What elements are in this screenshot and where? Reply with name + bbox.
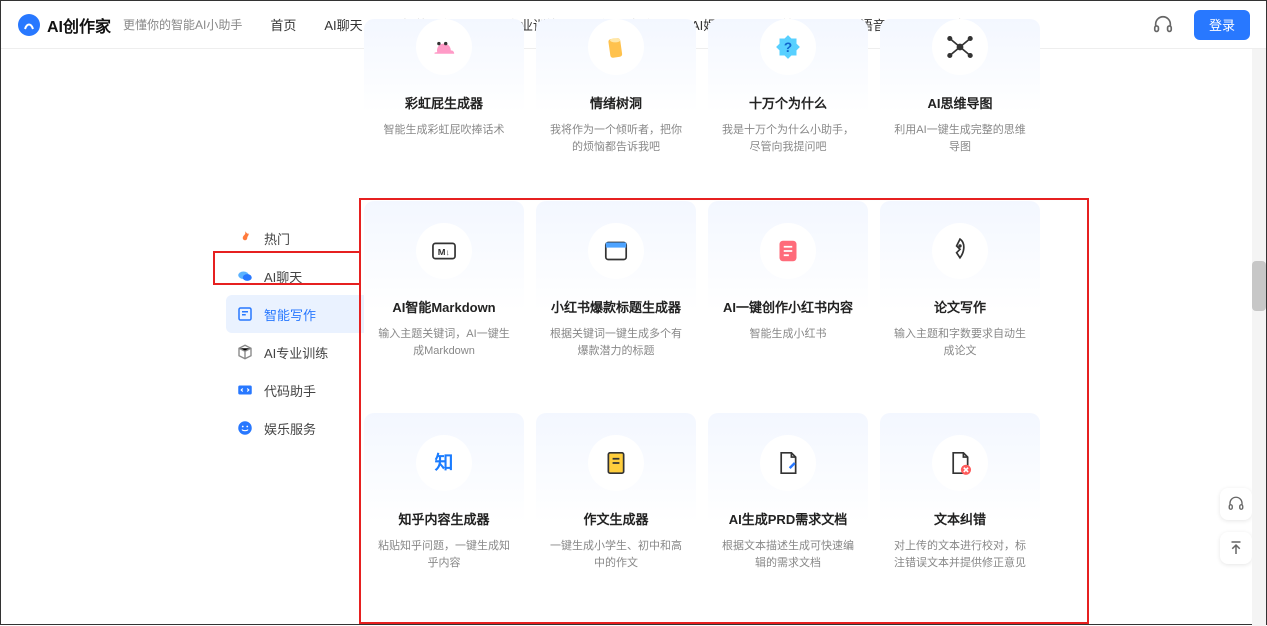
card-1-3[interactable]: 论文写作输入主题和字数要求自动生成论文 <box>880 201 1040 401</box>
sidebar-item-2[interactable]: 智能写作 <box>226 295 376 333</box>
svg-text:?: ? <box>784 40 792 55</box>
support-icon[interactable] <box>1152 14 1174 36</box>
svg-text:M↓: M↓ <box>438 247 450 257</box>
logo[interactable]: AI创作家 <box>17 13 111 37</box>
card-desc: 利用AI一键生成完整的思维导图 <box>892 122 1028 155</box>
mind-icon <box>943 30 977 64</box>
card-2-0[interactable]: 知知乎内容生成器粘贴知乎问题，一键生成知乎内容 <box>364 413 524 613</box>
cup-icon <box>599 30 633 64</box>
card-desc: 智能生成小红书 <box>748 326 829 343</box>
card-1-0[interactable]: M↓ AI智能Markdown 输入主题关键词，AI一键生成Markdown <box>364 201 524 401</box>
card-icon-wrap <box>588 223 644 279</box>
cloud-icon <box>427 30 461 64</box>
smile-icon <box>236 419 254 437</box>
card-title: 知乎内容生成器 <box>398 509 489 528</box>
card-desc: 一键生成小学生、初中和高中的作文 <box>548 538 684 571</box>
sidebar-label: 智能写作 <box>264 305 316 324</box>
card-icon-wrap <box>416 19 472 75</box>
card-0-2[interactable]: ? 十万个为什么我是十万个为什么小助手，尽管向我提问吧 <box>708 19 868 189</box>
question-icon: ? <box>771 30 805 64</box>
sidebar-item-0[interactable]: 热门 <box>226 219 376 257</box>
code-icon <box>236 381 254 399</box>
card-0-1[interactable]: 情绪树洞我将作为一个倾听者，把你的烦恼都告诉我吧 <box>536 19 696 189</box>
card-title: AI生成PRD需求文档 <box>729 509 847 528</box>
card-desc: 我是十万个为什么小助手，尽管向我提问吧 <box>720 122 856 155</box>
float-support-button[interactable] <box>1220 488 1252 520</box>
card-title: 彩虹屁生成器 <box>405 93 483 112</box>
sidebar-item-5[interactable]: 娱乐服务 <box>226 409 376 447</box>
scrollbar-track[interactable] <box>1252 49 1266 626</box>
zhi-icon: 知 <box>427 446 461 480</box>
card-icon-wrap <box>932 19 988 75</box>
card-desc: 对上传的文本进行校对，标注错误文本并提供修正意见 <box>892 538 1028 571</box>
sidebar-label: 代码助手 <box>264 381 316 400</box>
chat-icon <box>236 267 254 285</box>
back-to-top-button[interactable] <box>1220 532 1252 564</box>
pen-icon <box>943 234 977 268</box>
card-2-3[interactable]: 文本纠错对上传的文本进行校对，标注错误文本并提供修正意见 <box>880 413 1040 613</box>
write-icon <box>236 305 254 323</box>
sidebar-item-1[interactable]: AI聊天 <box>226 257 376 295</box>
card-icon-wrap: 知 <box>416 435 472 491</box>
sidebar-label: 娱乐服务 <box>264 419 316 438</box>
card-icon-wrap: M↓ <box>416 223 472 279</box>
err-icon <box>943 446 977 480</box>
card-title: 文本纠错 <box>934 509 986 528</box>
note-icon <box>771 234 805 268</box>
slogan: 更懂你的智能AI小助手 <box>123 16 242 33</box>
sidebar-label: AI聊天 <box>264 267 302 286</box>
card-desc: 根据关键词一键生成多个有爆款潜力的标题 <box>548 326 684 359</box>
logo-icon <box>17 13 41 37</box>
card-title: 小红书爆款标题生成器 <box>551 297 681 316</box>
login-button[interactable]: 登录 <box>1194 10 1250 40</box>
card-desc: 根据文本描述生成可快速编辑的需求文档 <box>720 538 856 571</box>
card-desc: 输入主题关键词，AI一键生成Markdown <box>376 326 512 359</box>
card-icon-wrap <box>760 435 816 491</box>
floating-buttons <box>1220 488 1252 564</box>
sidebar-item-3[interactable]: AI专业训练 <box>226 333 376 371</box>
nav-item-0[interactable]: 首页 <box>270 15 296 34</box>
card-1-2[interactable]: AI一键创作小红书内容智能生成小红书 <box>708 201 868 401</box>
card-2-1[interactable]: 作文生成器一键生成小学生、初中和高中的作文 <box>536 413 696 613</box>
card-title: 十万个为什么 <box>749 93 827 112</box>
card-icon-wrap <box>588 435 644 491</box>
card-1-1[interactable]: 小红书爆款标题生成器根据关键词一键生成多个有爆款潜力的标题 <box>536 201 696 401</box>
card-icon-wrap: ? <box>760 19 816 75</box>
cube-icon <box>236 343 254 361</box>
flame-icon <box>236 229 254 247</box>
card-title: AI思维导图 <box>927 93 992 112</box>
arrow-up-icon <box>1227 539 1245 557</box>
card-title: 情绪树洞 <box>590 93 642 112</box>
sidebar-label: 热门 <box>264 229 290 248</box>
doc-icon <box>599 446 633 480</box>
card-title: 作文生成器 <box>583 509 648 528</box>
cards-area: 彩虹屁生成器智能生成彩虹屁吹捧话术 情绪树洞我将作为一个倾听者，把你的烦恼都告诉我… <box>364 49 1084 613</box>
card-title: AI一键创作小红书内容 <box>723 297 853 316</box>
sidebar-item-4[interactable]: 代码助手 <box>226 371 376 409</box>
scrollbar-thumb[interactable] <box>1252 261 1266 311</box>
card-icon-wrap <box>760 223 816 279</box>
svg-text:知: 知 <box>434 452 454 473</box>
card-0-3[interactable]: AI思维导图利用AI一键生成完整的思维导图 <box>880 19 1040 189</box>
card-icon-wrap <box>588 19 644 75</box>
md-icon: M↓ <box>427 234 461 268</box>
card-desc: 我将作为一个倾听者，把你的烦恼都告诉我吧 <box>548 122 684 155</box>
card-0-0[interactable]: 彩虹屁生成器智能生成彩虹屁吹捧话术 <box>364 19 524 189</box>
window-icon <box>599 234 633 268</box>
brand-name: AI创作家 <box>47 13 111 37</box>
prd-icon <box>771 446 805 480</box>
card-desc: 智能生成彩虹屁吹捧话术 <box>382 122 507 139</box>
card-icon-wrap <box>932 223 988 279</box>
headset-icon <box>1227 495 1245 513</box>
sidebar-label: AI专业训练 <box>264 343 328 362</box>
card-desc: 粘贴知乎问题，一键生成知乎内容 <box>376 538 512 571</box>
card-desc: 输入主题和字数要求自动生成论文 <box>892 326 1028 359</box>
header-right: 登录 <box>1152 10 1250 40</box>
card-title: AI智能Markdown <box>392 297 495 316</box>
card-2-2[interactable]: AI生成PRD需求文档根据文本描述生成可快速编辑的需求文档 <box>708 413 868 613</box>
card-icon-wrap <box>932 435 988 491</box>
sidebar: 热门 AI聊天智能写作 AI专业训练代码助手娱乐服务 <box>226 219 376 447</box>
card-title: 论文写作 <box>934 297 986 316</box>
